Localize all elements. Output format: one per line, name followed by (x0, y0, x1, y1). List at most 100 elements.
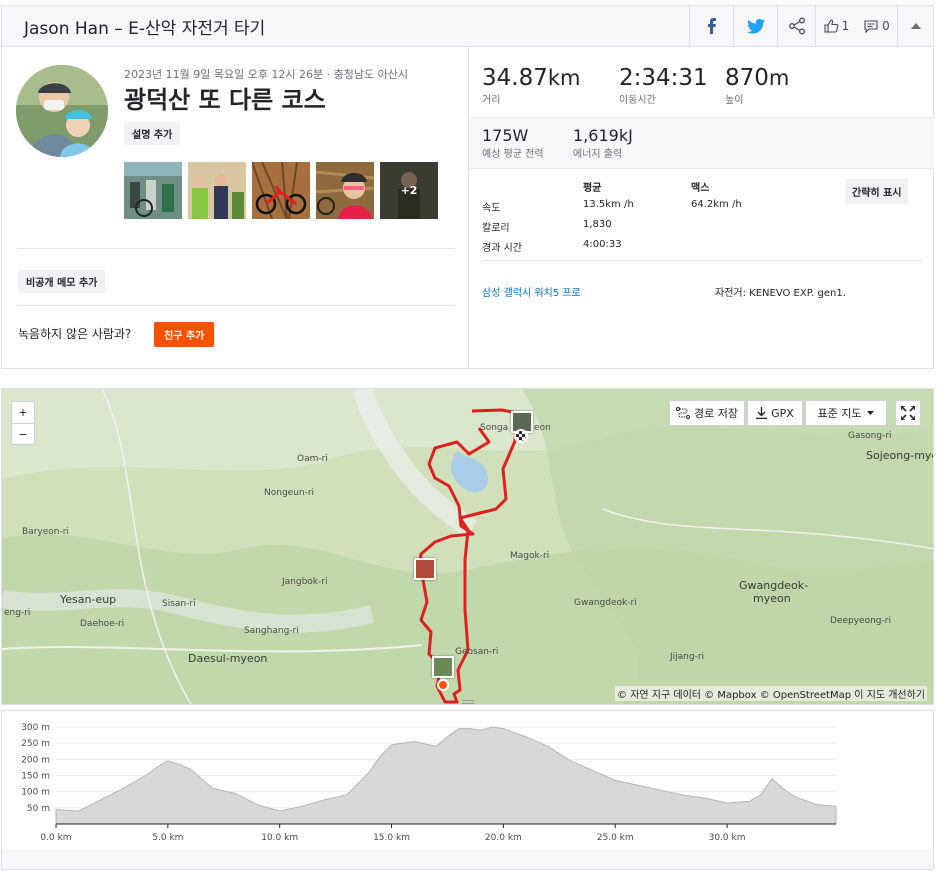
photo-strip: +2 (124, 162, 438, 219)
zoom-out-button[interactable]: − (11, 423, 35, 445)
elevation-chart[interactable]: 50 m 100 m 150 m 200 m 250 m 300 m 0.0 km 5.0 k… (2, 711, 933, 869)
place-label: Gwangdeok- (739, 579, 809, 592)
row-speed-avg: 13.5km /h (583, 199, 634, 210)
energy-unit: kJ (618, 126, 633, 145)
save-route-button[interactable]: 경로 저장 (669, 400, 745, 426)
comment-icon (864, 19, 878, 33)
distance-unit: km (547, 66, 581, 90)
row-elapsed-label: 경과 시간 (482, 243, 522, 254)
partner-prompt: 녹음하지 않은 사람과? (18, 327, 132, 341)
place-label: Daehoe-ri (80, 619, 125, 629)
activity-photo-more[interactable]: +2 (380, 162, 438, 219)
row-calories-label: 칼로리 (482, 223, 510, 234)
place-label: Yesan-eup (60, 593, 117, 606)
start-marker-icon (437, 679, 449, 691)
activity-card: Jason Han – E-산악 자전거 타기 1 0 2023년 11월 9일… (1, 5, 934, 369)
fullscreen-button[interactable] (895, 400, 921, 426)
caret-up-icon (910, 23, 921, 29)
gpx-label: GPX (771, 406, 794, 420)
activity-title[interactable]: 광덕산 또 다른 코스 (124, 80, 326, 115)
finish-flag-icon (514, 429, 528, 443)
zoom-in-button[interactable]: + (11, 401, 35, 423)
map-resize-handle[interactable] (462, 700, 474, 704)
distance-value: 34.87 (482, 65, 548, 91)
y-tick-label: 100 m (21, 788, 50, 798)
comment-count: 0 (882, 19, 890, 33)
simple-view-button[interactable]: 간략히 표시 (845, 179, 909, 204)
caret-down-icon (867, 411, 875, 415)
add-friend-button[interactable]: 친구 추가 (154, 322, 215, 347)
add-description-button[interactable]: 설명 추가 (124, 122, 181, 145)
elevation-label: 높이 (725, 95, 744, 106)
activity-summary: 2023년 11월 9일 목요일 오후 12시 26분 · 충청남도 아산시 광… (2, 47, 469, 369)
place-label: Oam-ri (297, 454, 328, 464)
bike-info: 자전거: KENEVO EXP. gen1. (715, 288, 846, 299)
place-label: myeon (753, 592, 791, 605)
stat-distance: 34.87km 거리 (482, 65, 580, 106)
map-style-label: 표준 지도 (817, 407, 862, 420)
place-label: Deepyeong-ri (830, 616, 891, 626)
y-tick-label: 50 m (27, 804, 50, 814)
avatar[interactable] (16, 65, 108, 157)
stat-elevation: 870m 높이 (725, 65, 789, 106)
place-label: Gwangdeok-ri (574, 598, 637, 608)
table-header-avg: 평균 (583, 183, 602, 194)
chart-footer-band (2, 849, 933, 869)
save-route-label: 경로 저장 (694, 407, 738, 420)
place-label: eon (534, 423, 551, 433)
place-label: Geosan-ri (455, 647, 499, 657)
place-label: Baryeon-ri (22, 527, 69, 537)
stat-moving-time: 2:34:31 이동시간 (619, 65, 708, 106)
comment-button[interactable]: 0 (857, 6, 897, 47)
place-label: eng-ri (4, 608, 31, 618)
activity-photo[interactable] (316, 162, 374, 219)
power-value: 175 (482, 126, 513, 145)
x-tick-label: 15.0 km (373, 833, 410, 843)
row-speed-max: 64.2km /h (691, 199, 742, 210)
row-speed-label: 속도 (482, 203, 501, 214)
y-tick-label: 200 m (21, 755, 50, 765)
place-label: Sanghang-ri (244, 626, 299, 636)
moving-time-value: 2:34:31 (619, 65, 708, 91)
row-elapsed-avg: 4:00:33 (583, 239, 622, 250)
elevation-value: 870 (725, 65, 769, 91)
elevation-unit: m (768, 66, 790, 90)
row-calories-avg: 1,830 (583, 219, 612, 230)
divider (17, 305, 455, 306)
place-label: Sojeong-myeo (866, 449, 933, 462)
route-icon (676, 407, 690, 419)
x-tick-label: 20.0 km (485, 833, 522, 843)
add-private-note-button[interactable]: 비공개 메모 추가 (18, 270, 106, 293)
download-icon (756, 407, 768, 419)
gpx-download-button[interactable]: GPX (747, 400, 803, 426)
twitter-icon (746, 18, 765, 34)
photo-marker[interactable] (414, 558, 436, 580)
photo-marker[interactable] (432, 656, 454, 678)
twitter-share-button[interactable] (733, 5, 777, 47)
place-label: Songa (480, 423, 509, 433)
activity-photo[interactable] (252, 162, 310, 219)
kudos-count: 1 (841, 19, 850, 33)
kudos-button[interactable]: 1 (815, 5, 857, 47)
facebook-share-button[interactable] (689, 5, 733, 47)
map-attribution[interactable]: © 자연 지구 데이터 © Mapbox © OpenStreetMap 이 지… (615, 686, 927, 701)
stat-energy: 1,619kJ 에너지 출력 (573, 126, 633, 160)
divider (482, 260, 922, 261)
elevation-profile[interactable]: 50 m 100 m 150 m 200 m 250 m 300 m 0.0 km 5.0 k… (1, 710, 934, 870)
moving-time-label: 이동시간 (619, 95, 656, 106)
place-label: Sisan-ri (162, 599, 196, 609)
activity-header-title: Jason Han – E-산악 자전거 타기 (24, 18, 266, 39)
device-link[interactable]: 삼성 갤럭시 워치5 프로 (482, 284, 581, 299)
share-button[interactable] (777, 5, 815, 47)
x-tick-label: 0.0 km (40, 833, 71, 843)
activity-photo[interactable] (188, 162, 246, 219)
secondary-stats: 175W 예상 평균 전력 1,619kJ 에너지 출력 (470, 117, 934, 169)
energy-label: 에너지 출력 (573, 149, 623, 160)
place-label: Jangbok-ri (282, 577, 328, 587)
collapse-button[interactable] (897, 5, 933, 47)
place-label: Nongeun-ri (264, 488, 315, 498)
route-map[interactable]: Songa eon Oam-ri Nongeun-ri Baryeon-ri J… (1, 388, 934, 705)
map-style-dropdown[interactable]: 표준 지도 (805, 400, 887, 426)
activity-photo[interactable] (124, 162, 182, 219)
map-canvas[interactable] (2, 389, 934, 705)
